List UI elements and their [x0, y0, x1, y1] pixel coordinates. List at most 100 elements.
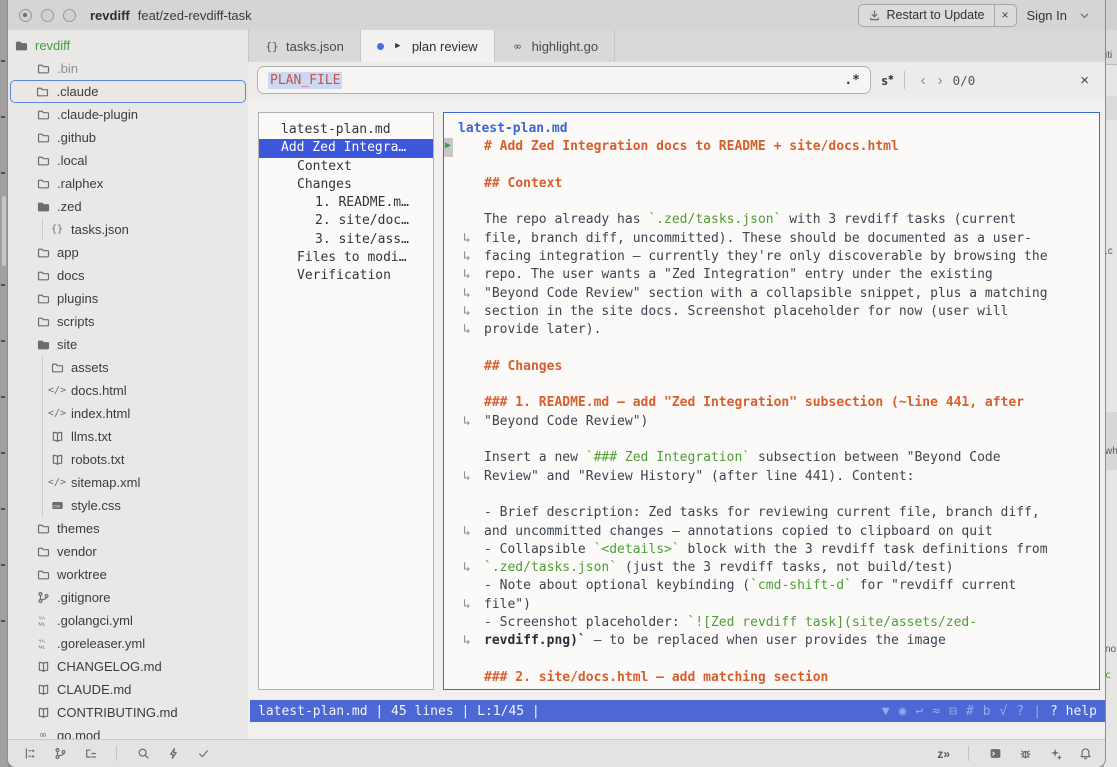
tree-item-label: tasks.json	[71, 222, 129, 237]
dismiss-update-button[interactable]: ×	[994, 5, 1016, 26]
folder-open-icon	[36, 338, 50, 351]
tree-item-.github[interactable]: .github	[8, 126, 248, 149]
outline-item[interactable]: 1. README.m…	[259, 194, 433, 212]
bug-button[interactable]	[1017, 746, 1033, 762]
wrap-indicator-icon: ↳	[463, 248, 471, 266]
doc-line: The repo already has `.zed/tasks.json` w…	[444, 211, 1099, 229]
outline-item[interactable]: Context	[259, 158, 433, 176]
doc-line: ## Context	[444, 175, 1099, 193]
tree-item-tasks.json[interactable]: {} tasks.json	[8, 218, 248, 241]
search-input[interactable]: PLAN_FILE .*	[257, 66, 871, 94]
tree-item-site[interactable]: site	[8, 333, 248, 356]
outline-panel[interactable]: latest-plan.mdAdd Zed Integra…ContextCha…	[258, 112, 434, 690]
tui-toolbar-icon[interactable]: ?	[1016, 704, 1024, 719]
tree-item-app[interactable]: app	[8, 241, 248, 264]
tree-item-go.mod[interactable]: ∞go.mod	[8, 724, 248, 740]
previous-match-button[interactable]: ‹	[915, 72, 932, 89]
tab-plan-review[interactable]: ▶ plan review	[361, 30, 495, 62]
tree-item-.claude[interactable]: .claude	[10, 80, 246, 103]
tab-tasks-json[interactable]: {}tasks.json	[248, 30, 361, 62]
outline-item[interactable]: Add Zed Integra…	[259, 139, 433, 157]
tree-item-robots.txt[interactable]: robots.txt	[8, 448, 248, 471]
project-panel-button[interactable]	[22, 746, 38, 762]
search-button[interactable]	[135, 746, 151, 762]
outline-item[interactable]: Files to modi…	[259, 249, 433, 267]
selection-search-icon[interactable]: s✱	[881, 73, 894, 88]
terminal-button[interactable]	[987, 746, 1003, 762]
doc-line	[444, 376, 1099, 394]
plan-document-panel[interactable]: ▶ latest-plan.md# Add Zed Integration do…	[443, 112, 1100, 690]
zed-ai-button[interactable]: z»	[937, 747, 950, 761]
tree-item-sitemap.xml[interactable]: </>sitemap.xml	[8, 471, 248, 494]
bell-button[interactable]	[1077, 746, 1093, 762]
close-search-button[interactable]: ×	[1080, 72, 1089, 89]
tree-item-CHANGELOG.md[interactable]: CHANGELOG.md	[8, 655, 248, 678]
tui-toolbar-icon[interactable]: ◉	[899, 704, 907, 719]
tree-item-revdiff[interactable]: revdiff	[8, 34, 248, 57]
tree-item-CLAUDE.md[interactable]: CLAUDE.md	[8, 678, 248, 701]
tree-item-label: sitemap.xml	[71, 475, 140, 490]
branch-name[interactable]: feat/zed-revdiff-task	[138, 8, 252, 23]
git-button[interactable]	[52, 746, 68, 762]
doc-line: - Brief description: Zed tasks for revie…	[444, 504, 1099, 522]
chevron-down-icon[interactable]	[1077, 9, 1091, 22]
restart-to-update-button[interactable]: Restart to Update	[859, 5, 994, 26]
tui-toolbar-icon[interactable]: ↩	[915, 704, 923, 719]
tui-toolbar-icon[interactable]: #	[966, 704, 974, 719]
tui-toolbar-icon[interactable]: ≈	[932, 704, 940, 719]
yaml-icon: YAML	[36, 637, 50, 650]
doc-line: ↳file")	[444, 596, 1099, 614]
tree-item-.ralphex[interactable]: .ralphex	[8, 172, 248, 195]
next-match-button[interactable]: ›	[932, 72, 949, 89]
tree-item-style.css[interactable]: cssstyle.css	[8, 494, 248, 517]
regex-toggle-icon[interactable]: .*	[844, 73, 860, 88]
check-button[interactable]	[195, 746, 211, 762]
outline-item[interactable]: Verification	[259, 267, 433, 285]
tree-item-worktree[interactable]: worktree	[8, 563, 248, 586]
tree-item-llms.txt[interactable]: llms.txt	[8, 425, 248, 448]
tree-item-.goreleaser.yml[interactable]: YAML.goreleaser.yml	[8, 632, 248, 655]
tui-toolbar-icon[interactable]: ▼	[882, 704, 890, 719]
tree-item-docs.html[interactable]: </>docs.html	[8, 379, 248, 402]
sparkle-button[interactable]	[1047, 746, 1063, 762]
tree-item-.claude-plugin[interactable]: .claude-plugin	[8, 103, 248, 126]
outline-item[interactable]: 3. site/ass…	[259, 231, 433, 249]
folder-icon	[36, 545, 50, 558]
tree-item-assets[interactable]: assets	[8, 356, 248, 379]
tui-toolbar-icon[interactable]: b	[983, 704, 991, 719]
doc-line	[444, 340, 1099, 358]
search-query-text[interactable]: PLAN_FILE	[268, 72, 342, 89]
braces-icon: {}	[50, 224, 64, 235]
outline-item[interactable]: Changes	[259, 176, 433, 194]
tree-item-vendor[interactable]: vendor	[8, 540, 248, 563]
window-controls[interactable]	[19, 9, 76, 22]
tui-toolbar-icon[interactable]: √	[1000, 704, 1008, 719]
tui-toolbar-icon[interactable]: ⊟	[949, 704, 957, 719]
window-zoom-button[interactable]	[63, 9, 76, 22]
outline-item[interactable]: 2. site/doc…	[259, 212, 433, 230]
tree-item-.bin[interactable]: .bin	[8, 57, 248, 80]
outline-list-button[interactable]	[82, 746, 98, 762]
tree-item-themes[interactable]: themes	[8, 517, 248, 540]
doc-line: - Collapsible `<details>` block with the…	[444, 541, 1099, 559]
tree-item-.local[interactable]: .local	[8, 149, 248, 172]
folder-icon	[36, 108, 50, 121]
tree-item-.gitignore[interactable]: .gitignore	[8, 586, 248, 609]
tree-item-index.html[interactable]: </>index.html	[8, 402, 248, 425]
tree-item-plugins[interactable]: plugins	[8, 287, 248, 310]
tree-item-.zed[interactable]: .zed	[8, 195, 248, 218]
window-minimize-button[interactable]	[41, 9, 54, 22]
outline-item[interactable]: latest-plan.md	[259, 121, 433, 139]
tab-label: plan review	[412, 39, 478, 54]
help-hint[interactable]: ? help	[1050, 704, 1097, 719]
tree-item-CONTRIBUTING.md[interactable]: CONTRIBUTING.md	[8, 701, 248, 724]
tree-item-.golangci.yml[interactable]: YAML.golangci.yml	[8, 609, 248, 632]
project-name[interactable]: revdiff	[90, 8, 130, 23]
sign-in-button[interactable]: Sign In	[1027, 8, 1067, 23]
tree-item-scripts[interactable]: scripts	[8, 310, 248, 333]
tab-highlight-go[interactable]: ∞highlight.go	[495, 30, 616, 62]
play-icon: ▶	[391, 41, 405, 51]
window-close-button[interactable]	[19, 9, 32, 22]
bolt-button[interactable]	[165, 746, 181, 762]
tree-item-docs[interactable]: docs	[8, 264, 248, 287]
